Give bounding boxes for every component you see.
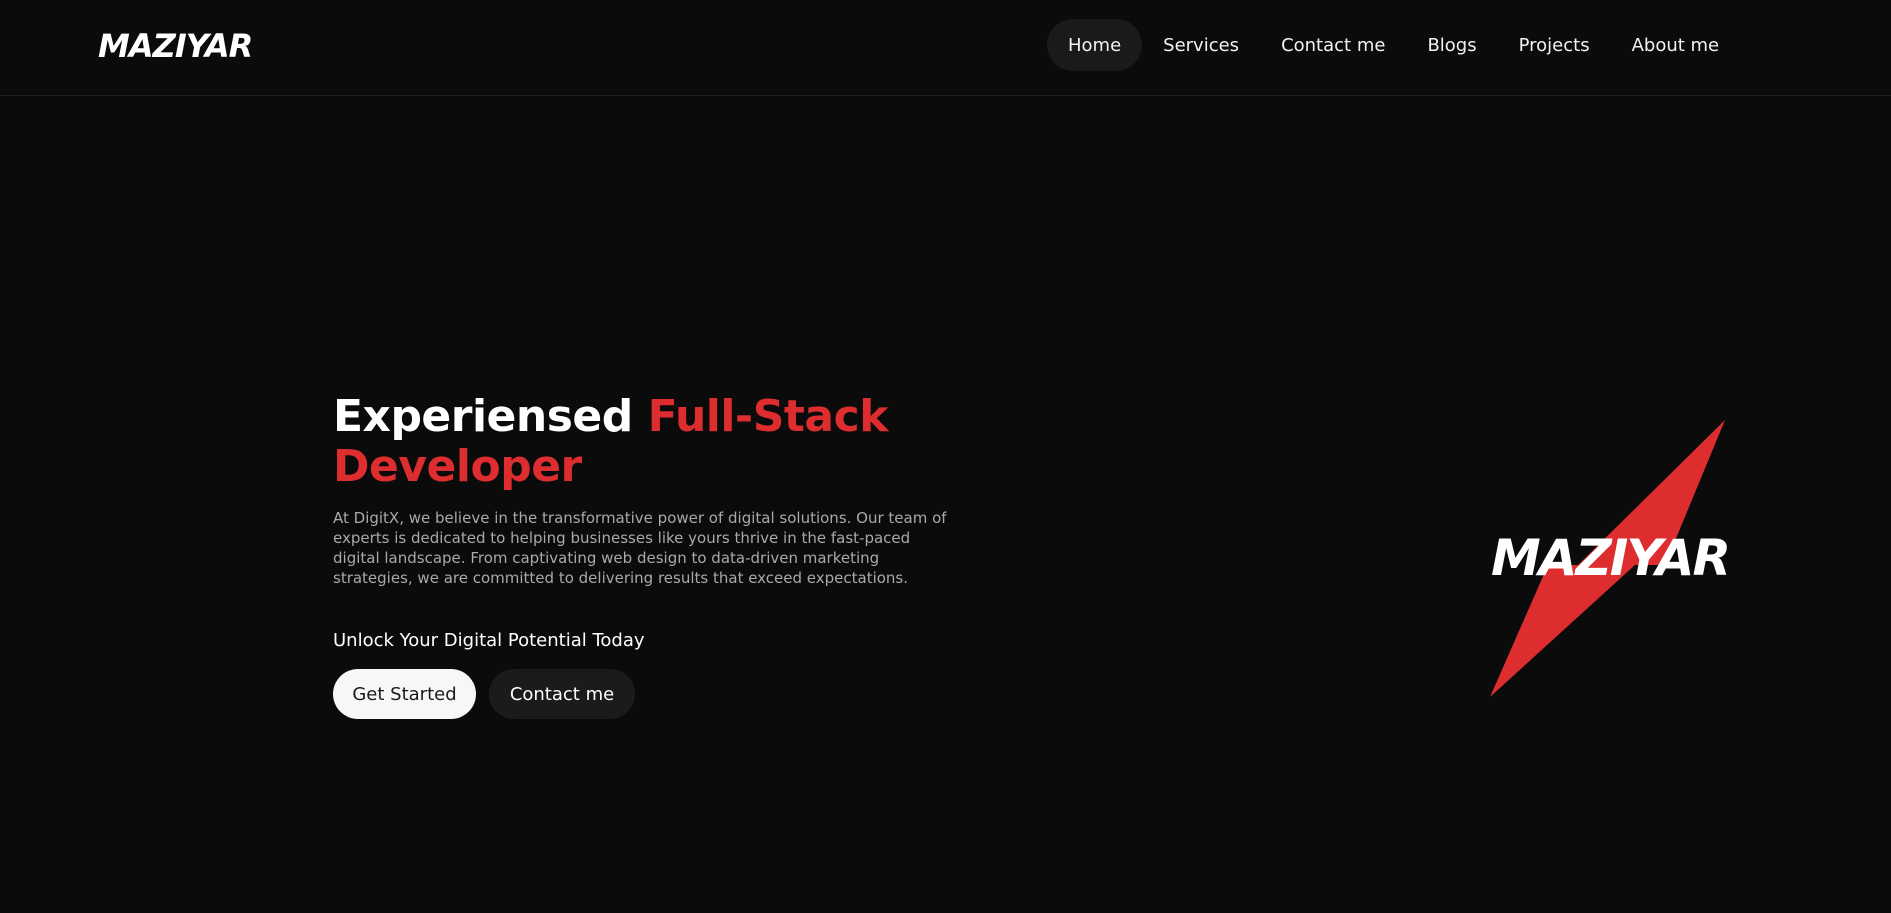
site-logo-text: MAZIYAR [98, 27, 252, 65]
hero-section: Experiensed Full-Stack Developer At Digi… [333, 392, 973, 603]
top-navigation-bar: MAZIYAR Home Services Contact me Blogs P… [0, 0, 1891, 96]
hero-graphic: MAZIYAR [1490, 420, 1731, 697]
main-nav: Home Services Contact me Blogs Projects … [1047, 19, 1740, 71]
nav-item-services[interactable]: Services [1142, 19, 1260, 71]
hero-headline: Experiensed Full-Stack Developer [333, 392, 973, 492]
get-started-button[interactable]: Get Started [333, 669, 476, 719]
headline-white-part: Experiensed [333, 391, 648, 442]
contact-me-button[interactable]: Contact me [489, 669, 635, 719]
graphic-logo-text: MAZIYAR [1491, 529, 1729, 587]
hero-subheading: Unlock Your Digital Potential Today [333, 630, 645, 651]
nav-item-home[interactable]: Home [1047, 19, 1143, 71]
nav-item-about-me[interactable]: About me [1611, 19, 1741, 71]
nav-item-projects[interactable]: Projects [1498, 19, 1611, 71]
site-logo[interactable]: MAZIYAR [98, 24, 274, 66]
nav-item-blogs[interactable]: Blogs [1406, 19, 1497, 71]
hero-description: At DigitX, we believe in the transformat… [333, 509, 947, 587]
nav-item-contact-me[interactable]: Contact me [1260, 19, 1406, 71]
